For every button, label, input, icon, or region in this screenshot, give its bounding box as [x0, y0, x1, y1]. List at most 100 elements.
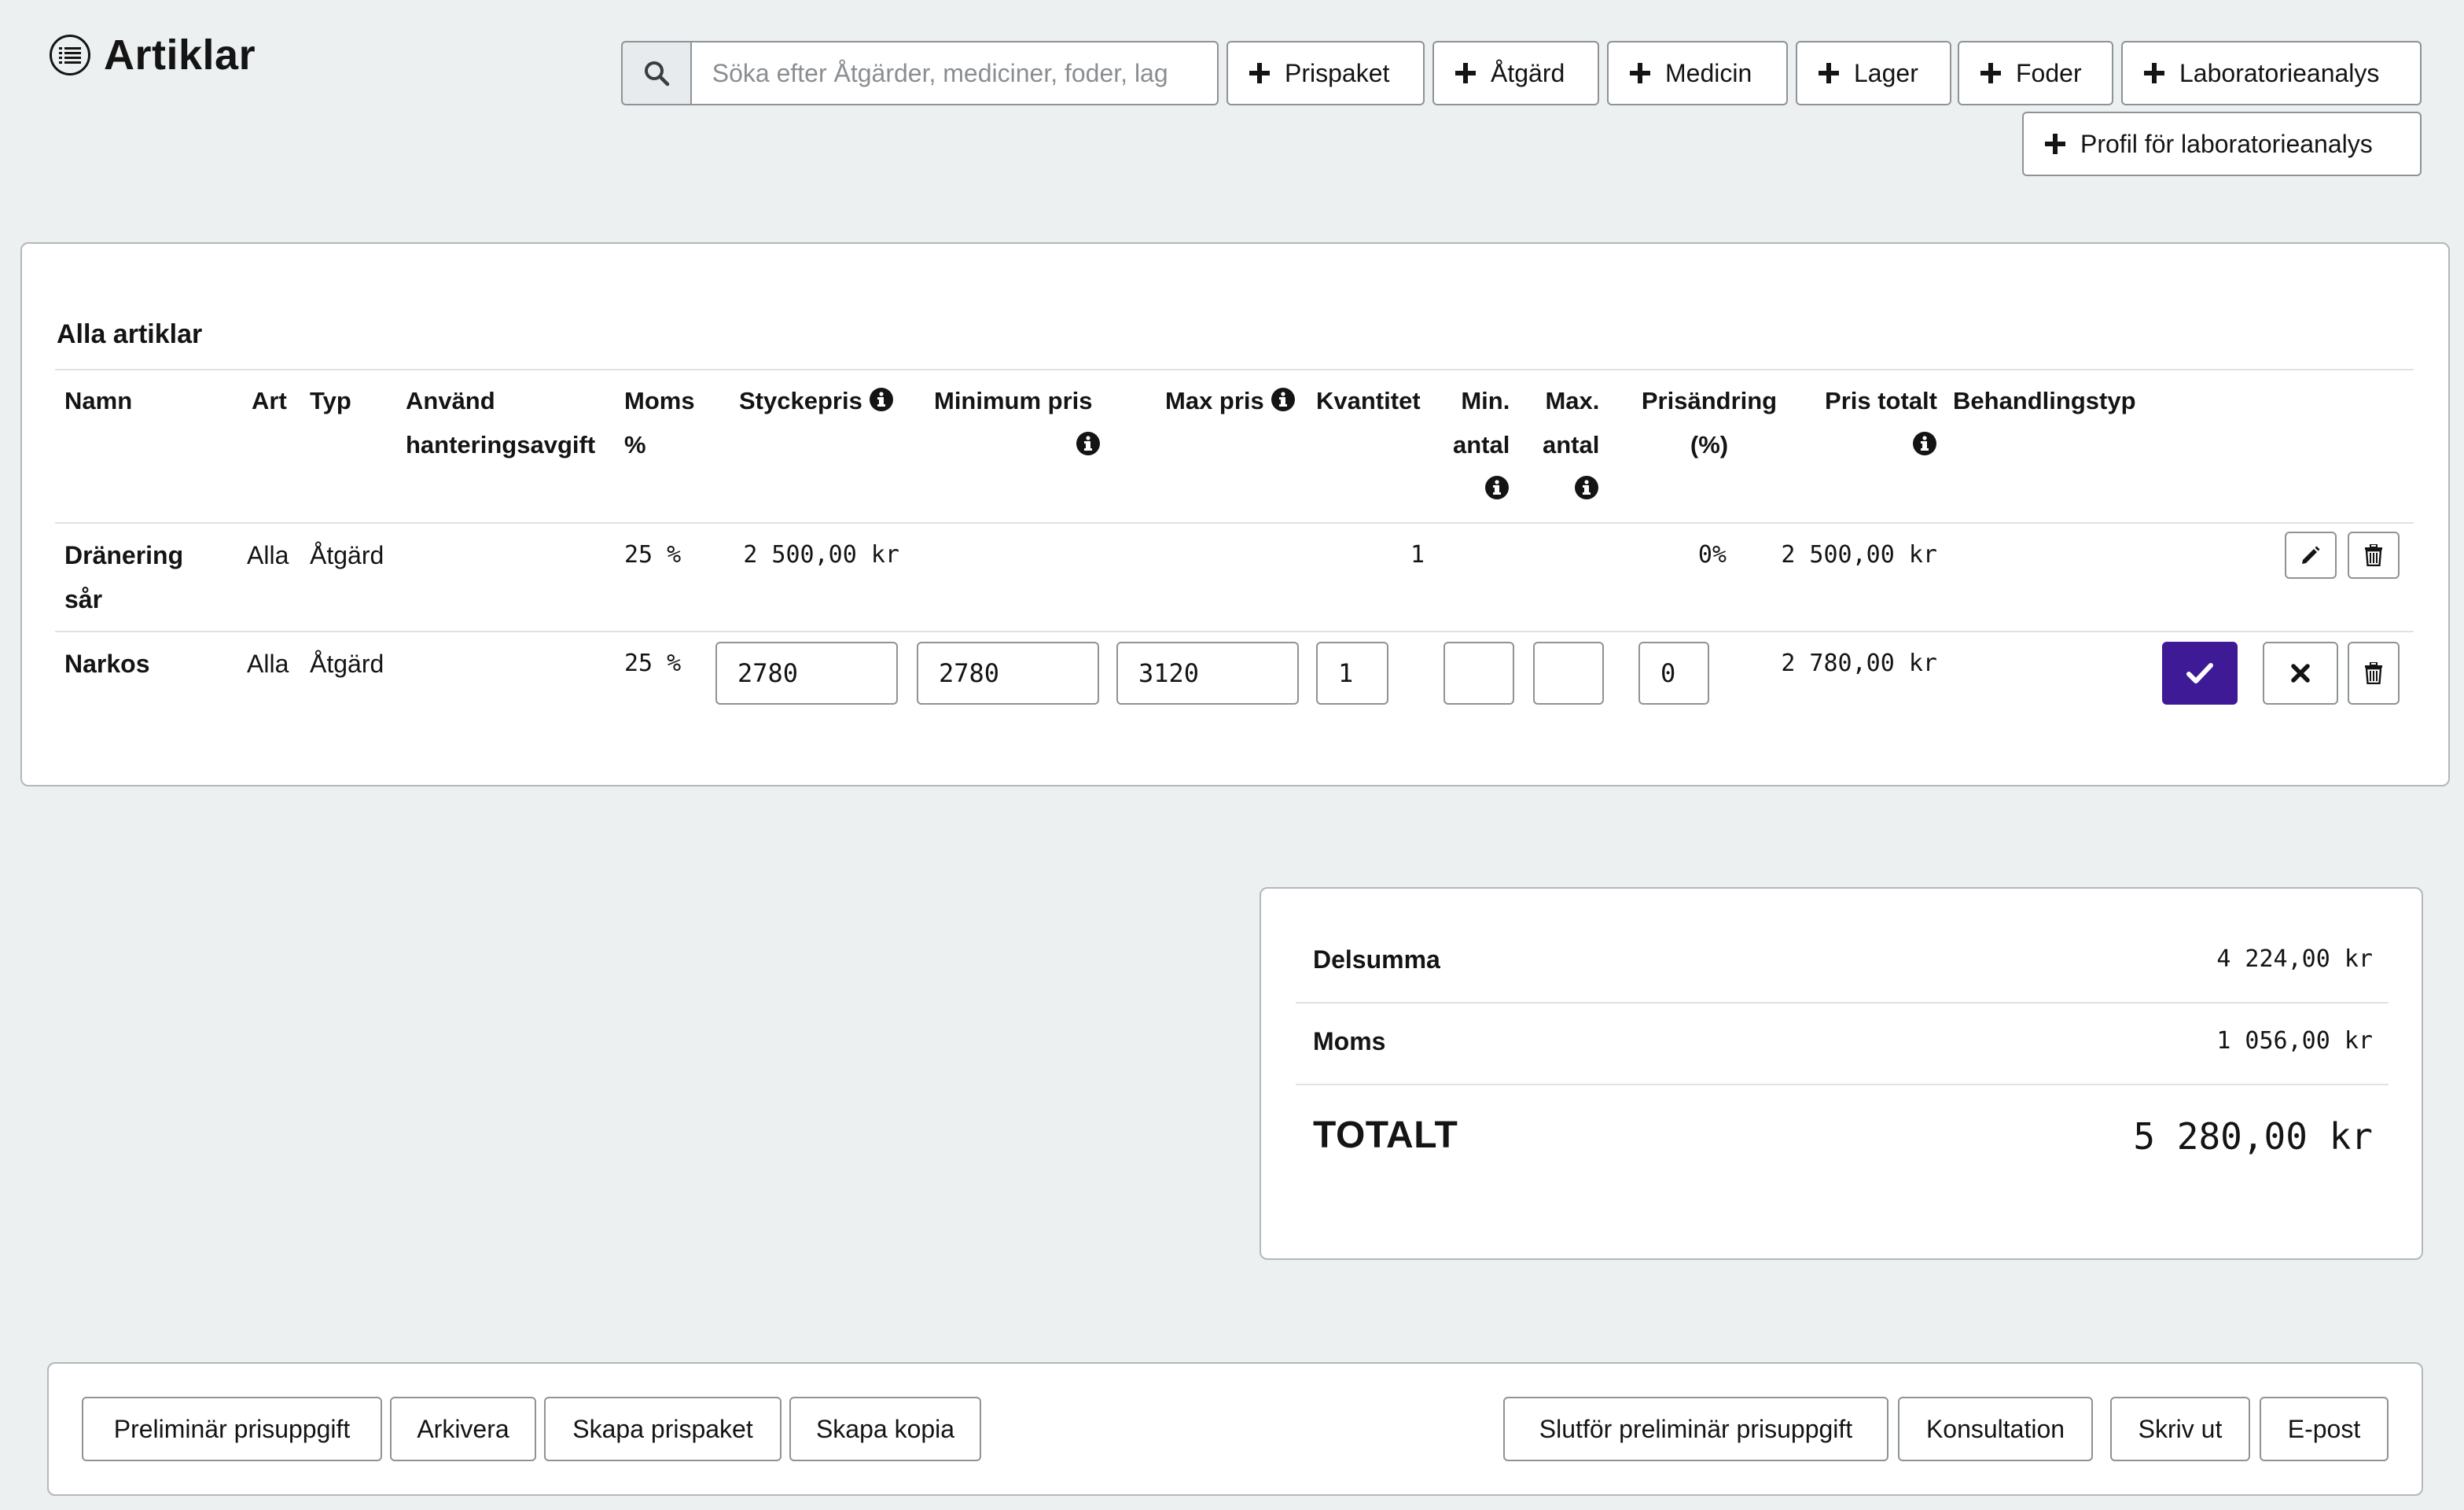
- row2-moms: 25 %: [624, 650, 682, 677]
- col-min-antal: Min. antal: [1453, 379, 1510, 511]
- plus-icon: [1980, 62, 2002, 84]
- add-medicin-button[interactable]: Medicin: [1607, 41, 1788, 105]
- pencil-icon: [2300, 544, 2322, 566]
- col-styckepris-label: Styckepris: [739, 387, 862, 414]
- totals-card: [1260, 887, 2423, 1260]
- trash-icon: [2364, 662, 2383, 684]
- plus-icon: [2044, 133, 2066, 155]
- add-laboratorieanalys-label: Laboratorieanalys: [2179, 58, 2380, 87]
- arkivera-button[interactable]: Arkivera: [390, 1397, 536, 1461]
- add-laboratorieanalys-button[interactable]: Laboratorieanalys: [2121, 41, 2422, 105]
- col-max-pris: Max pris: [1165, 379, 1296, 423]
- delete-button[interactable]: [2348, 532, 2400, 579]
- add-lab-profile-button[interactable]: Profil för laboratorieanalys: [2022, 112, 2422, 176]
- add-prispaket-button[interactable]: Prispaket: [1226, 41, 1425, 105]
- info-icon[interactable]: [1574, 475, 1599, 500]
- col-moms: Moms %: [624, 379, 695, 467]
- add-atgard-label: Åtgärd: [1491, 58, 1565, 87]
- col-prisandring: Prisändring (%): [1638, 379, 1780, 467]
- col-minimum-pris: Minimum pris: [934, 379, 1101, 467]
- col-art: Art: [252, 387, 287, 414]
- max-antal-input[interactable]: [1533, 642, 1604, 705]
- col-anvand: Använd hanteringsavgift: [406, 379, 595, 467]
- slutfor-preliminar-button[interactable]: Slutför preliminär prisuppgift: [1503, 1397, 1888, 1461]
- info-icon[interactable]: [869, 387, 894, 412]
- col-anvand-line1: Använd: [406, 387, 495, 414]
- info-icon[interactable]: [1076, 431, 1101, 456]
- add-lager-button[interactable]: Lager: [1796, 41, 1951, 105]
- max-pris-input[interactable]: [1116, 642, 1299, 705]
- info-icon[interactable]: [1912, 431, 1937, 456]
- search-button[interactable]: [621, 41, 690, 105]
- section-title: Alla artiklar: [57, 319, 203, 349]
- col-moms-line1: Moms: [624, 387, 695, 414]
- plus-icon: [1454, 62, 1477, 84]
- moms-value: 1 056,00 kr: [2216, 1027, 2373, 1055]
- plus-icon: [2143, 62, 2165, 84]
- kvantitet-input[interactable]: [1316, 642, 1388, 705]
- col-typ: Typ: [310, 387, 351, 414]
- print-button[interactable]: Skriv ut: [2110, 1397, 2250, 1461]
- totalt-label: TOTALT: [1313, 1114, 1458, 1156]
- add-lager-label: Lager: [1854, 58, 1918, 87]
- info-icon[interactable]: [1484, 475, 1510, 500]
- col-max-antal-line2: antal: [1543, 431, 1600, 459]
- row2-typ: Åtgärd: [310, 650, 384, 678]
- row1-prisandring: 0%: [1697, 541, 1727, 569]
- row1-name-line1: Dränering: [64, 541, 184, 569]
- col-kvantitet: Kvantitet: [1316, 387, 1421, 414]
- add-foder-button[interactable]: Foder: [1958, 41, 2113, 105]
- divider: [55, 369, 2414, 370]
- col-namn: Namn: [64, 387, 133, 414]
- col-behandlingstyp: Behandlingstyp: [1953, 387, 2136, 414]
- row1-art: Alla: [247, 541, 289, 569]
- styckepris-input[interactable]: [715, 642, 898, 705]
- konsultation-button[interactable]: Konsultation: [1898, 1397, 2093, 1461]
- row1-kvantitet: 1: [1410, 541, 1425, 569]
- row2-name: Narkos: [64, 650, 150, 678]
- col-max-pris-label: Max pris: [1165, 387, 1264, 414]
- info-icon[interactable]: [1271, 387, 1296, 412]
- col-pris-totalt: Pris totalt: [1816, 379, 1937, 467]
- list-circle-icon: [50, 35, 90, 76]
- col-moms-line2: %: [624, 431, 646, 459]
- trash-icon: [2364, 544, 2383, 566]
- email-button[interactable]: E-post: [2260, 1397, 2389, 1461]
- prisandring-input[interactable]: [1638, 642, 1709, 705]
- col-pris-totalt-label: Pris totalt: [1825, 387, 1937, 414]
- col-max-antal-line1: Max.: [1545, 387, 1600, 414]
- preliminar-prisuppgift-button[interactable]: Preliminär prisuppgift: [82, 1397, 382, 1461]
- row2-art: Alla: [247, 650, 289, 678]
- minimum-pris-input[interactable]: [917, 642, 1099, 705]
- col-prisandring-line2: (%): [1690, 431, 1729, 459]
- row1-styckepris: 2 500,00 kr: [743, 541, 899, 569]
- cancel-button[interactable]: [2263, 642, 2338, 705]
- delsumma-value: 4 224,00 kr: [2216, 945, 2373, 973]
- add-prispaket-label: Prispaket: [1285, 58, 1390, 87]
- col-min-antal-line1: Min.: [1461, 387, 1510, 414]
- row1-name: Dränering sår: [64, 533, 183, 621]
- col-anvand-line2: hanteringsavgift: [406, 431, 596, 459]
- min-antal-input[interactable]: [1443, 642, 1514, 705]
- plus-icon: [1629, 62, 1651, 84]
- search-icon: [644, 61, 670, 87]
- edit-button[interactable]: [2285, 532, 2337, 579]
- add-lab-profile-label: Profil för laboratorieanalys: [2080, 129, 2373, 158]
- page-title: Artiklar: [104, 31, 256, 79]
- row1-pris-totalt: 2 500,00 kr: [1781, 541, 1937, 569]
- divider: [1296, 1002, 2389, 1004]
- row2-pris-totalt: 2 780,00 kr: [1781, 650, 1937, 677]
- skapa-kopia-button[interactable]: Skapa kopia: [789, 1397, 981, 1461]
- skapa-prispaket-button[interactable]: Skapa prispaket: [544, 1397, 781, 1461]
- delete-button[interactable]: [2348, 642, 2400, 705]
- confirm-button[interactable]: [2162, 642, 2238, 705]
- search-input[interactable]: [690, 41, 1219, 105]
- col-minimum-pris-label: Minimum pris: [934, 387, 1093, 414]
- row1-typ: Åtgärd: [310, 541, 384, 569]
- items-card: [20, 242, 2450, 786]
- page-header: Artiklar: [49, 28, 256, 82]
- divider: [55, 522, 2414, 524]
- totalt-value: 5 280,00 kr: [2133, 1115, 2373, 1158]
- col-styckepris: Styckepris: [739, 379, 894, 423]
- add-atgard-button[interactable]: Åtgärd: [1432, 41, 1599, 105]
